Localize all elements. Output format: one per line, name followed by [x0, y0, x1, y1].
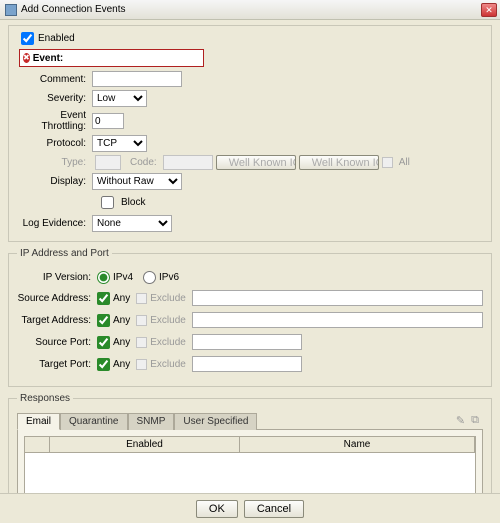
event-input[interactable]	[67, 52, 203, 65]
code-label: Code:	[124, 157, 160, 168]
well-known-icmp6-button-disabled: Well Known ICMPv6...	[299, 155, 379, 170]
content-area: Enabled ✖ Event: Comment: Severity: Low …	[0, 20, 500, 493]
ipv4-radio[interactable]	[97, 271, 110, 284]
protocol-select[interactable]: TCP	[92, 135, 147, 152]
exclude-label: Exclude	[150, 293, 186, 304]
responses-table: Enabled Name	[24, 436, 476, 493]
responses-col-enabled[interactable]: Enabled	[50, 437, 240, 452]
tab-quarantine[interactable]: Quarantine	[60, 413, 127, 430]
source-port-label: Source Port:	[17, 337, 97, 348]
target-address-input[interactable]	[192, 312, 483, 328]
source-port-any-checkbox[interactable]	[97, 336, 110, 349]
all-label: All	[396, 157, 416, 168]
window-title: Add Connection Events	[21, 4, 126, 15]
log-evidence-select[interactable]: None	[92, 215, 172, 232]
responses-group: Responses Email Quarantine SNMP User Spe…	[8, 393, 492, 493]
display-select[interactable]: Without Raw	[92, 173, 182, 190]
tab-user-specified[interactable]: User Specified	[174, 413, 257, 430]
any-label: Any	[113, 315, 130, 326]
target-address-label: Target Address:	[17, 315, 97, 326]
target-port-exclude-checkbox-disabled	[136, 359, 147, 370]
throttling-input[interactable]	[92, 113, 124, 129]
responses-legend: Responses	[17, 393, 73, 404]
window-close-button[interactable]: ✕	[481, 3, 497, 17]
ip-address-port-group: IP Address and Port IP Version: IPv4 IPv…	[8, 248, 492, 387]
block-checkbox[interactable]	[101, 196, 114, 209]
exclude-label: Exclude	[150, 359, 186, 370]
responses-col-name[interactable]: Name	[240, 437, 475, 452]
edit-icon[interactable]: ✎	[456, 414, 465, 427]
any-label: Any	[113, 337, 130, 348]
severity-select[interactable]: Low	[92, 90, 147, 107]
responses-tabs: Email Quarantine SNMP User Specified ✎ ⧉	[17, 412, 483, 430]
ok-button[interactable]: OK	[196, 500, 238, 518]
exclude-label: Exclude	[150, 315, 186, 326]
source-address-any-checkbox[interactable]	[97, 292, 110, 305]
target-port-label: Target Port:	[17, 359, 97, 370]
event-field-error: ✖ Event:	[19, 49, 204, 67]
log-evidence-label: Log Evidence:	[17, 218, 92, 229]
responses-col-checkbox[interactable]	[25, 437, 50, 452]
any-label: Any	[113, 359, 130, 370]
source-address-exclude-checkbox-disabled	[136, 293, 147, 304]
target-port-input[interactable]	[192, 356, 302, 372]
general-panel: Enabled ✖ Event: Comment: Severity: Low …	[8, 25, 492, 242]
ipv4-label: IPv4	[113, 272, 133, 283]
target-port-any-checkbox[interactable]	[97, 358, 110, 371]
severity-label: Severity:	[17, 93, 92, 104]
code-input-disabled	[163, 155, 213, 170]
responses-table-body	[25, 453, 475, 493]
source-port-input[interactable]	[192, 334, 302, 350]
type-input-disabled	[95, 155, 121, 170]
source-address-input[interactable]	[192, 290, 483, 306]
display-label: Display:	[17, 176, 92, 187]
ip-group-legend: IP Address and Port	[17, 248, 112, 259]
comment-label: Comment:	[17, 74, 92, 85]
all-checkbox-disabled	[382, 157, 393, 168]
responses-tab-panel: Enabled Name	[17, 430, 483, 493]
type-label: Type:	[17, 157, 92, 168]
source-address-label: Source Address:	[17, 293, 97, 304]
footer: OK Cancel	[0, 493, 500, 523]
protocol-label: Protocol:	[17, 138, 92, 149]
ip-version-label: IP Version:	[17, 272, 97, 283]
throttling-label: Event Throttling:	[17, 110, 92, 132]
enabled-checkbox[interactable]	[21, 32, 34, 45]
well-known-icmp4-button-disabled: Well Known ICMP...	[216, 155, 296, 170]
enabled-label: Enabled	[38, 33, 75, 44]
target-address-exclude-checkbox-disabled	[136, 315, 147, 326]
app-icon	[5, 4, 17, 16]
tab-email[interactable]: Email	[17, 413, 60, 430]
copy-icon[interactable]: ⧉	[471, 414, 479, 427]
target-address-any-checkbox[interactable]	[97, 314, 110, 327]
ipv6-label: IPv6	[159, 272, 179, 283]
error-icon: ✖	[23, 53, 30, 63]
comment-input[interactable]	[92, 71, 182, 87]
ipv6-radio[interactable]	[143, 271, 156, 284]
cancel-button[interactable]: Cancel	[244, 500, 304, 518]
source-port-exclude-checkbox-disabled	[136, 337, 147, 348]
block-label: Block	[121, 197, 145, 208]
exclude-label: Exclude	[150, 337, 186, 348]
tab-snmp[interactable]: SNMP	[128, 413, 175, 430]
event-label: Event:	[33, 53, 64, 64]
titlebar: Add Connection Events ✕	[0, 0, 500, 20]
any-label: Any	[113, 293, 130, 304]
